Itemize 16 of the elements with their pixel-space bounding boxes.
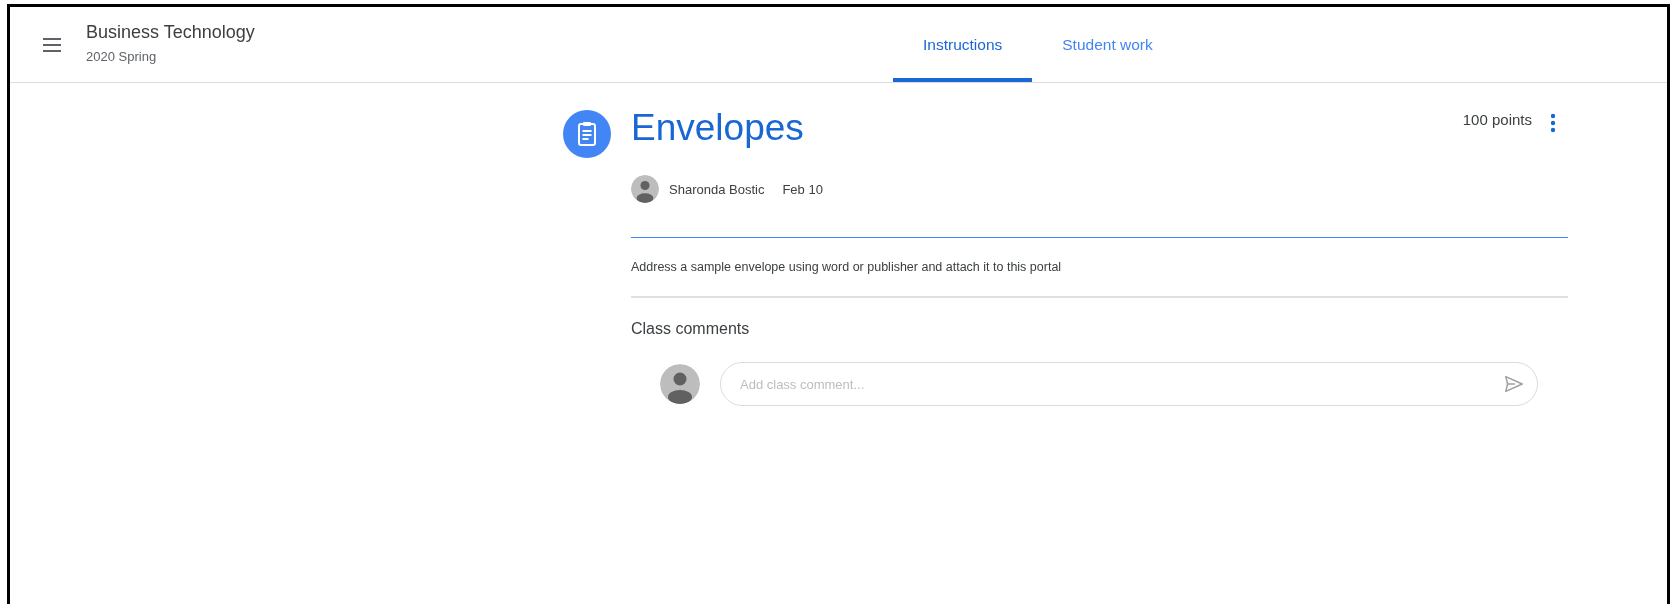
send-icon[interactable] — [1503, 373, 1525, 395]
user-avatar — [660, 364, 700, 404]
comments-heading: Class comments — [631, 320, 751, 338]
author-name: Sharonda Bostic — [669, 181, 765, 197]
course-title[interactable]: Business Technology — [86, 21, 255, 43]
assignment-title: Envelopes — [631, 106, 805, 150]
more-options-icon[interactable] — [1550, 113, 1556, 133]
tab[interactable]: Student work — [1032, 7, 1183, 82]
tab[interactable]: Instructions — [893, 7, 1033, 82]
comment-field[interactable]: Add class comment... — [720, 362, 1538, 406]
post-date: Feb 10 — [782, 181, 823, 197]
course-subtitle: 2020 Spring — [86, 48, 158, 64]
assignment-icon — [563, 110, 611, 158]
points-label: 100 points — [1462, 111, 1532, 128]
author-avatar — [631, 175, 659, 203]
assignment-description: Address a sample envelope using word or publisher and attach it to this portal — [631, 259, 1063, 276]
